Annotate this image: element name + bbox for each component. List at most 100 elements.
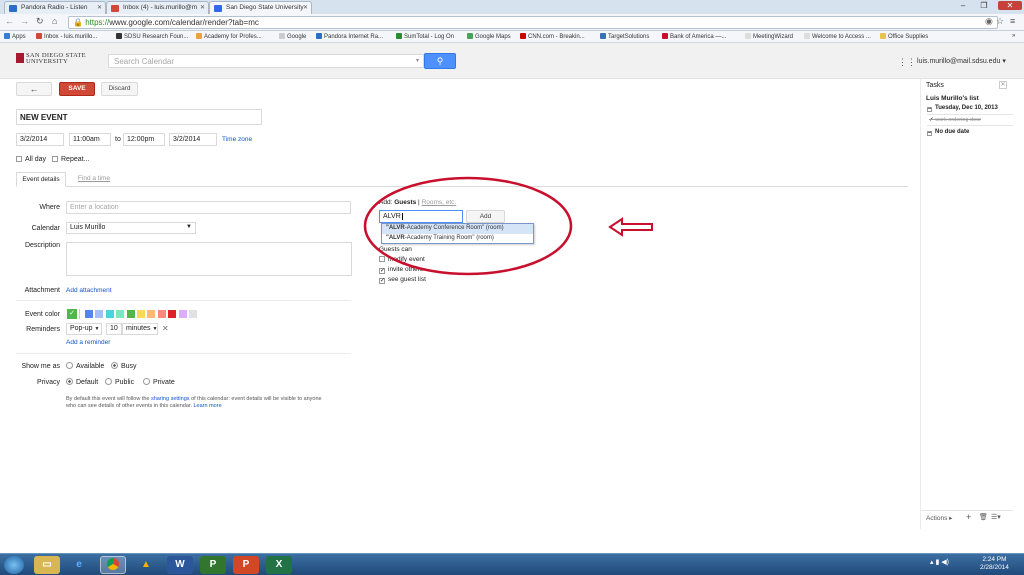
- close-icon[interactable]: ✕: [97, 4, 102, 11]
- bookmark-item[interactable]: Academy for Profes...: [196, 33, 262, 40]
- bookmark-item[interactable]: Bank of America —...: [662, 33, 726, 40]
- system-clock[interactable]: 2:24 PM 2/28/2014: [980, 556, 1009, 572]
- reminder-type-select[interactable]: Pop-up ▼: [66, 323, 102, 335]
- add-reminder-link[interactable]: Add a reminder: [66, 339, 110, 346]
- end-time-input[interactable]: 12:00pm: [123, 133, 165, 146]
- google-drive-icon[interactable]: ▲: [133, 556, 159, 574]
- chrome-icon[interactable]: [100, 556, 126, 574]
- learn-more-link[interactable]: Learn more: [194, 403, 222, 409]
- maximize-icon[interactable]: ❐: [976, 1, 992, 10]
- task-item[interactable]: ✔ work ordering door: [927, 114, 1013, 126]
- color-swatch[interactable]: [178, 310, 187, 318]
- bookmark-item[interactable]: Inbox - luis.murillo...: [36, 33, 97, 40]
- end-date-input[interactable]: 3/2/2014: [169, 133, 217, 146]
- more-bookmarks-icon[interactable]: »: [1012, 33, 1015, 39]
- add-attachment-link[interactable]: Add attachment: [66, 287, 112, 294]
- list-icon[interactable]: ☰▾: [991, 513, 1001, 521]
- back-arrow-icon[interactable]: ←: [5, 16, 14, 26]
- color-swatch[interactable]: [157, 310, 166, 318]
- word-icon[interactable]: W: [167, 556, 193, 574]
- dropdown-arrow-icon[interactable]: ▾: [416, 57, 419, 64]
- browser-tab-gmail[interactable]: Inbox (4) - luis.murillo@m ✕: [106, 1, 209, 14]
- extension-icon[interactable]: ◉: [985, 16, 993, 27]
- start-button-icon[interactable]: [4, 556, 24, 574]
- color-swatch[interactable]: [85, 310, 93, 318]
- close-icon[interactable]: ✕: [303, 4, 308, 11]
- color-swatch[interactable]: [147, 310, 156, 318]
- browser-tab-pandora[interactable]: Pandora Radio - Listen ✕: [4, 1, 106, 14]
- search-button[interactable]: ⚲: [424, 53, 456, 69]
- back-button[interactable]: ←: [16, 82, 52, 96]
- window-close-icon[interactable]: ✕: [998, 1, 1022, 10]
- trash-icon[interactable]: 🗑: [979, 513, 988, 521]
- privacy-public-radio[interactable]: Public: [105, 378, 134, 386]
- start-date-input[interactable]: 3/2/2014: [16, 133, 64, 146]
- color-swatch[interactable]: [137, 310, 145, 318]
- account-menu[interactable]: luis.murillo@mail.sdsu.edu ▾: [917, 57, 1006, 65]
- description-textarea[interactable]: [66, 242, 352, 276]
- powerpoint-icon[interactable]: P: [233, 556, 259, 574]
- add-task-icon[interactable]: +: [966, 512, 971, 522]
- color-default-selected[interactable]: ✓: [67, 309, 77, 319]
- url-input[interactable]: 🔒 https://www.google.com/calendar/render…: [68, 16, 998, 29]
- where-label: Where: [39, 204, 60, 211]
- task-group-no-date[interactable]: – No due date: [927, 129, 969, 136]
- bookmark-item[interactable]: SumTotal - Log On: [396, 33, 454, 40]
- search-input[interactable]: Search Calendar ▾: [108, 54, 424, 68]
- explorer-icon[interactable]: ▭: [34, 556, 60, 574]
- menu-icon[interactable]: ≡: [1010, 16, 1015, 26]
- actions-menu[interactable]: Actions ▸: [926, 514, 952, 522]
- publisher-icon[interactable]: P: [200, 556, 226, 574]
- reminder-unit-select[interactable]: minutes ▼: [122, 323, 158, 335]
- task-group-date[interactable]: – Tuesday, Dec 10, 2013: [927, 105, 998, 112]
- all-day-checkbox[interactable]: All day: [16, 156, 46, 163]
- tab-event-details[interactable]: Event details: [16, 172, 66, 187]
- color-swatch[interactable]: [189, 310, 197, 318]
- color-swatch[interactable]: [105, 310, 114, 318]
- save-button[interactable]: SAVE: [59, 82, 95, 96]
- bookmark-item[interactable]: Google: [279, 33, 306, 40]
- timezone-link[interactable]: Time zone: [222, 136, 252, 143]
- task-list-name[interactable]: Luis Murillo's list: [926, 95, 979, 102]
- bookmark-folder[interactable]: Office Supplies: [880, 33, 928, 40]
- bookmark-apps[interactable]: Apps: [4, 33, 26, 40]
- bookmark-item[interactable]: Welcome to Access ...: [804, 33, 871, 40]
- bookmark-item[interactable]: MeetingWizard: [745, 33, 793, 40]
- tab-find-a-time[interactable]: Find a time: [72, 172, 116, 187]
- apps-grid-icon[interactable]: ⋮⋮: [898, 57, 916, 68]
- bookmark-item[interactable]: TargetSolutions: [600, 33, 649, 40]
- close-icon[interactable]: ✕: [200, 4, 205, 11]
- busy-radio[interactable]: Busy: [111, 362, 137, 370]
- sharing-settings-link[interactable]: sharing settings: [151, 396, 190, 402]
- forward-arrow-icon[interactable]: →: [20, 16, 29, 26]
- available-radio[interactable]: Available: [66, 362, 104, 370]
- color-swatch[interactable]: [95, 310, 104, 318]
- reload-icon[interactable]: ↻: [36, 16, 44, 27]
- start-time-input[interactable]: 11:00am: [69, 133, 111, 146]
- tray-icons[interactable]: ▴ ▮ ◀): [930, 558, 949, 566]
- browser-tab-calendar[interactable]: San Diego State University ✕: [209, 1, 312, 14]
- discard-button[interactable]: Discard: [101, 82, 138, 96]
- bookmark-item[interactable]: CNN.com - Breakin...: [520, 33, 585, 40]
- repeat-checkbox[interactable]: Repeat...: [52, 156, 89, 163]
- bookmark-item[interactable]: SDSU Research Foun...: [116, 33, 188, 40]
- star-icon[interactable]: ☆: [996, 16, 1004, 27]
- remove-reminder-icon[interactable]: ✕: [162, 324, 169, 333]
- privacy-private-radio[interactable]: Private: [143, 378, 175, 386]
- excel-icon[interactable]: X: [266, 556, 292, 574]
- attachment-label: Attachment: [24, 287, 60, 294]
- color-swatch[interactable]: [168, 310, 177, 318]
- where-input[interactable]: Enter a location: [66, 201, 351, 214]
- close-icon[interactable]: ✕: [999, 81, 1007, 89]
- calendar-select[interactable]: Luis Murillo ▼: [66, 222, 196, 234]
- home-icon[interactable]: ⌂: [52, 16, 57, 26]
- reminder-amount-input[interactable]: 10: [106, 323, 122, 335]
- bookmark-item[interactable]: Pandora Internet Ra...: [316, 33, 383, 40]
- minimize-icon[interactable]: –: [955, 1, 971, 10]
- color-swatch[interactable]: [126, 310, 135, 318]
- privacy-default-radio[interactable]: Default: [66, 378, 98, 386]
- internet-explorer-icon[interactable]: e: [66, 556, 92, 574]
- bookmark-item[interactable]: Google Maps: [467, 33, 511, 40]
- event-title-input[interactable]: NEW EVENT: [16, 109, 262, 125]
- color-swatch[interactable]: [116, 310, 125, 318]
